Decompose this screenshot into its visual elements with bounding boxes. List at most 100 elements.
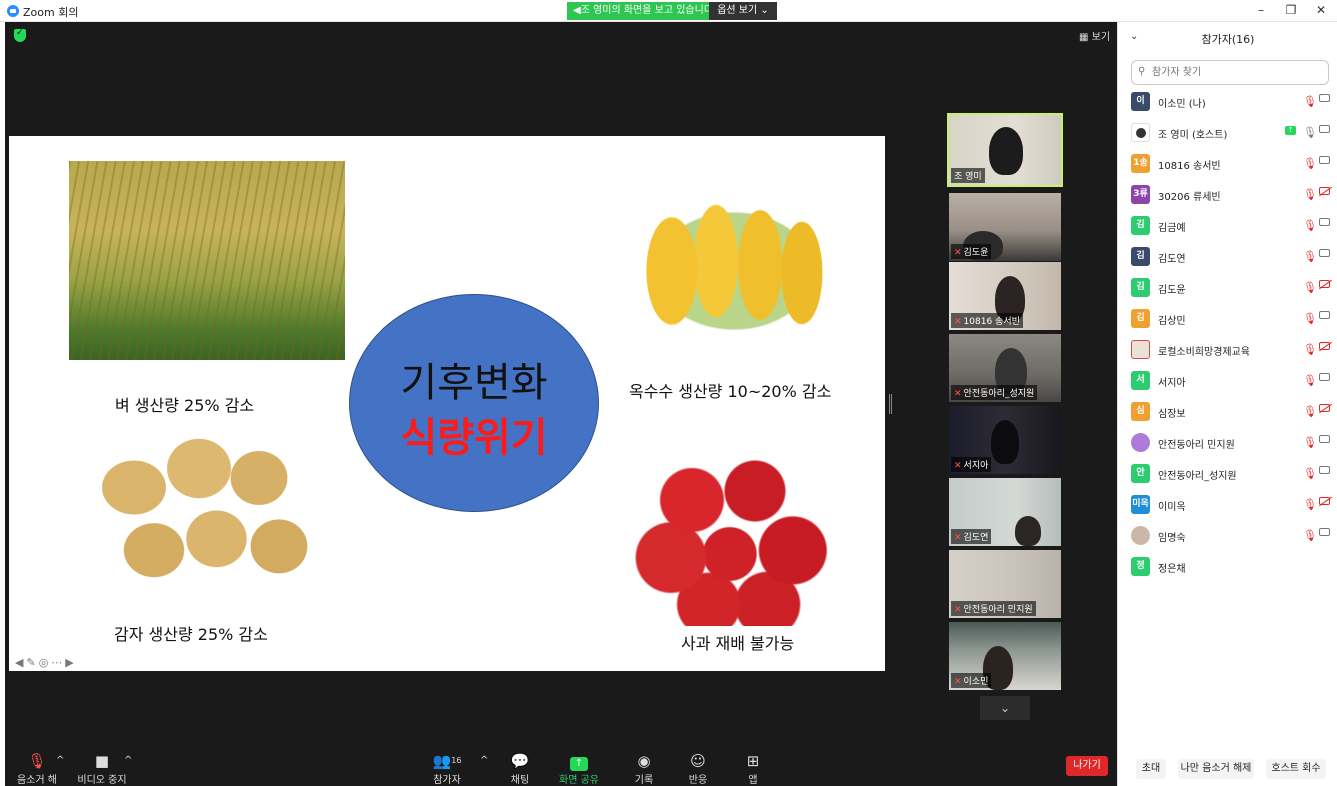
view-options-button[interactable]: 옵션 보기 ⌄ [709, 2, 777, 20]
camera-off-icon[interactable] [1319, 497, 1330, 505]
camera-on-icon[interactable] [1319, 125, 1330, 133]
forward-arrow-icon[interactable]: ▶ [65, 656, 76, 669]
camera-off-icon[interactable] [1319, 280, 1330, 288]
participant-row[interactable]: 정 정은채 [1118, 552, 1337, 582]
participants-options-caret-icon[interactable]: ^ [480, 755, 488, 766]
camera-on-icon[interactable] [1319, 528, 1330, 536]
stop-video-button[interactable]: ■ 비디오 중지 [77, 751, 127, 786]
camera-on-icon[interactable] [1319, 435, 1330, 443]
unmute-button[interactable]: 🎙 음소거 해제 [13, 751, 61, 786]
avatar: 서 [1131, 371, 1150, 390]
leave-meeting-button[interactable]: 나가기 [1066, 756, 1108, 776]
mic-muted-icon[interactable]: 🎙 [1303, 95, 1317, 108]
camera-on-icon[interactable] [1319, 466, 1330, 474]
restore-icon[interactable]: ❐ [1281, 3, 1301, 17]
participant-name: 30206 류세빈 [1158, 192, 1221, 203]
video-tile[interactable]: ✕ 이소민 [949, 622, 1061, 690]
participant-row[interactable]: 미옥 이미옥 🎙 [1118, 490, 1337, 520]
camera-on-icon[interactable] [1319, 218, 1330, 226]
participant-row[interactable]: 심 심장보 🎙 [1118, 397, 1337, 427]
menu-icon[interactable]: ◎ [39, 656, 52, 669]
video-options-caret-icon[interactable]: ^ [124, 755, 132, 766]
tile-name: ✕ 10816 송서빈 [951, 313, 1023, 328]
camera-on-icon[interactable] [1319, 94, 1330, 102]
video-tile[interactable]: ✕ 안전동아리 민지원 [949, 550, 1061, 618]
mic-muted-icon[interactable]: 🎙 [1303, 374, 1317, 387]
tile-name: 조 영미 [951, 168, 985, 183]
avatar: 김 [1131, 278, 1150, 297]
pen-icon[interactable]: ✎ [26, 656, 38, 669]
camera-off-icon[interactable] [1319, 404, 1330, 412]
back-arrow-icon[interactable]: ◀ [15, 656, 26, 669]
camera-off-icon[interactable] [1319, 187, 1330, 195]
camera-on-icon[interactable] [1319, 249, 1330, 257]
mic-muted-icon[interactable]: 🎙 [1303, 498, 1317, 511]
reactions-button[interactable]: ☺ 반응 [683, 751, 713, 786]
mic-muted-icon[interactable]: 🎙 [1303, 157, 1317, 170]
participant-row[interactable]: 김 김금예 🎙 [1118, 211, 1337, 241]
avatar [1131, 123, 1150, 142]
mic-muted-icon[interactable]: 🎙 [1303, 529, 1317, 542]
participant-row[interactable]: 안전동아리 민지원 🎙 [1118, 428, 1337, 458]
participant-row[interactable]: 안 안전동아리_성지원 🎙 [1118, 459, 1337, 489]
mic-muted-icon[interactable]: 🎙 [1303, 281, 1317, 294]
security-shield-icon[interactable] [14, 28, 26, 42]
apps-button[interactable]: ⊞ 앱 [741, 751, 765, 786]
participant-row[interactable]: 3류 30206 류세빈 🎙 [1118, 180, 1337, 210]
participant-row[interactable]: 이 이소민 (나) 🎙 [1118, 87, 1337, 117]
participant-search-input[interactable] [1131, 60, 1329, 85]
more-icon[interactable]: ⋯ [51, 656, 65, 669]
view-button[interactable]: ▦ 보기 [1079, 28, 1110, 43]
avatar: 심 [1131, 402, 1150, 421]
record-button[interactable]: ◉ 기록 [629, 751, 659, 786]
mic-muted-icon[interactable]: 🎙 [1303, 343, 1317, 356]
mic-muted-icon[interactable]: 🎙 [1303, 188, 1317, 201]
mic-muted-icon[interactable]: 🎙 [1303, 312, 1317, 325]
camera-off-icon[interactable] [1319, 342, 1330, 350]
video-tile[interactable]: ✕ 10816 송서빈 [949, 262, 1061, 330]
minimize-icon[interactable]: – [1251, 3, 1271, 17]
unmute-me-button[interactable]: 나만 음소거 해제 [1178, 759, 1254, 779]
video-tile[interactable]: ✕ 서지아 [949, 406, 1061, 474]
participant-row[interactable]: 로컬소비희망경제교육 🎙 [1118, 335, 1337, 365]
participant-row[interactable]: 김 김상민 🎙 [1118, 304, 1337, 334]
video-tile[interactable]: ✕ 안전동아리_성지원 [949, 334, 1061, 402]
participant-name: 10816 송서빈 [1158, 161, 1221, 172]
share-screen-button[interactable]: ↑ 화면 공유 [559, 751, 599, 786]
participant-row[interactable]: 임명숙 🎙 [1118, 521, 1337, 551]
mic-muted-icon[interactable]: 🎙 [1303, 250, 1317, 263]
audio-options-caret-icon[interactable]: ^ [56, 755, 64, 766]
tile-name: ✕ 안전동아리 민지원 [951, 601, 1036, 616]
apple-caption: 사과 재배 불가능 [681, 634, 795, 653]
zoom-logo-icon [7, 5, 19, 17]
participant-row[interactable]: 조 영미 (호스트) ↑ 🎙 [1118, 118, 1337, 148]
participant-name: 이미옥 [1158, 502, 1186, 513]
pane-resize-handle[interactable] [889, 394, 892, 414]
chat-button[interactable]: 💬 채팅 [505, 751, 535, 786]
camera-on-icon[interactable] [1319, 311, 1330, 319]
video-tile[interactable]: ✕ 김도연 [949, 478, 1061, 546]
camera-on-icon[interactable] [1319, 156, 1330, 164]
close-icon[interactable]: ✕ [1311, 3, 1331, 17]
video-tile[interactable]: ✕ 김도윤 [949, 193, 1061, 261]
emoji-icon: ☺ [690, 752, 706, 770]
tile-name: ✕ 이소민 [951, 673, 992, 688]
participant-row[interactable]: 서 서지아 🎙 [1118, 366, 1337, 396]
participant-name: 김상민 [1158, 316, 1186, 327]
participant-row[interactable]: 김 김도윤 🎙 [1118, 273, 1337, 303]
camera-on-icon[interactable] [1319, 373, 1330, 381]
invite-button[interactable]: 초대 [1136, 759, 1166, 779]
mic-muted-icon[interactable]: 🎙 [1303, 405, 1317, 418]
mic-on-icon[interactable]: 🎙 [1303, 126, 1317, 139]
gallery-scroll-down-button[interactable]: ⌄ [980, 696, 1030, 720]
video-tile[interactable]: 조 영미 [947, 113, 1063, 187]
reclaim-host-button[interactable]: 호스트 회수 [1266, 759, 1326, 779]
participants-button[interactable]: 👥16 참가자 [429, 751, 465, 786]
participant-row[interactable]: 1송 10816 송서빈 🎙 [1118, 149, 1337, 179]
mic-muted-icon[interactable]: 🎙 [1303, 436, 1317, 449]
participant-name: 조 영미 (호스트) [1158, 130, 1228, 141]
window-title: Zoom 회의 [23, 6, 79, 19]
participant-row[interactable]: 김 김도연 🎙 [1118, 242, 1337, 272]
mic-muted-icon[interactable]: 🎙 [1303, 219, 1317, 232]
mic-muted-icon[interactable]: 🎙 [1303, 467, 1317, 480]
